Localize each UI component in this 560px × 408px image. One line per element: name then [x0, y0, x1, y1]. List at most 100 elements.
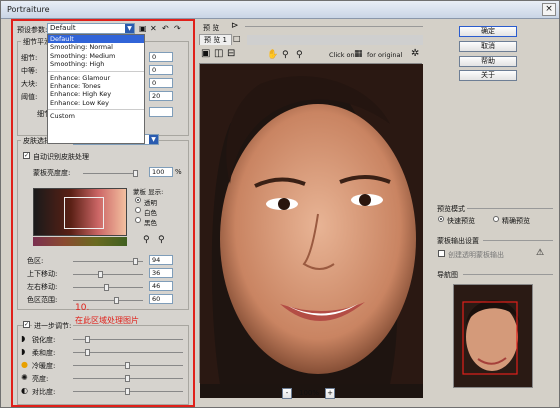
- navigator-thumbnail[interactable]: [453, 284, 533, 388]
- hue-strip[interactable]: [33, 237, 127, 246]
- threshold-field[interactable]: 20: [149, 91, 173, 101]
- mask-opacity-field[interactable]: 100: [149, 167, 173, 177]
- hue-range-field[interactable]: 60: [149, 294, 173, 304]
- preset-option[interactable]: Smoothing: Medium: [48, 52, 144, 60]
- tab-preview-1[interactable]: 预 览 1: [199, 34, 232, 45]
- delete-preset-icon[interactable]: ✕: [150, 24, 157, 33]
- annotation-number: 10.: [75, 303, 90, 313]
- large-field[interactable]: 0: [149, 78, 173, 88]
- enhance-slider-label: 冷暖度:: [32, 362, 56, 370]
- single-view-icon[interactable]: ▣: [201, 48, 210, 59]
- hue-field[interactable]: 94: [149, 255, 173, 265]
- slider-thumb[interactable]: [85, 336, 90, 343]
- original-hint: for original: [367, 51, 403, 59]
- extra-field[interactable]: [149, 107, 173, 117]
- contrast-slider[interactable]: [73, 388, 183, 395]
- transparent-mask-checkbox[interactable]: [438, 250, 445, 257]
- preset-option[interactable]: Smoothing: Normal: [48, 43, 144, 51]
- chevron-down-icon: ▼: [125, 24, 134, 33]
- preset-option[interactable]: Enhance: Tones: [48, 82, 144, 90]
- slider-thumb[interactable]: [133, 258, 138, 265]
- warmth-slider[interactable]: [73, 362, 183, 369]
- accurate-preview-radio[interactable]: [493, 216, 499, 222]
- original-toggle-icon[interactable]: ▦: [354, 49, 363, 59]
- mask-white-radio[interactable]: [135, 207, 141, 213]
- color-region-box[interactable]: [64, 197, 104, 229]
- redo-icon[interactable]: ↷: [174, 24, 181, 33]
- percent-unit: %: [175, 168, 182, 176]
- separator: [48, 70, 144, 72]
- skin-color-picker[interactable]: [33, 188, 127, 236]
- preset-option[interactable]: Default: [48, 35, 144, 44]
- mask-black-radio[interactable]: [135, 217, 141, 223]
- enhance-checkbox[interactable]: ✓: [23, 321, 30, 328]
- help-button[interactable]: 帮助: [459, 56, 517, 67]
- preset-option[interactable]: Enhance: Low Key: [48, 99, 144, 107]
- hue-slider[interactable]: [73, 258, 143, 265]
- image-preview-area[interactable]: [199, 63, 423, 398]
- horizontal-shift-slider[interactable]: [73, 284, 143, 291]
- slider-label: 上下移动:: [27, 270, 58, 278]
- settings-gear-icon[interactable]: ✲: [411, 48, 419, 59]
- preset-option[interactable]: Custom: [48, 112, 144, 120]
- zoom-icon[interactable]: ⚲: [282, 50, 289, 60]
- hand-icon[interactable]: ✋: [267, 50, 278, 60]
- slider-thumb[interactable]: [98, 271, 103, 278]
- horizontal-shift-field[interactable]: 46: [149, 281, 173, 291]
- brightness-icon: ✺: [21, 373, 28, 382]
- detail-field[interactable]: 0: [149, 52, 173, 62]
- about-button[interactable]: 关于: [459, 70, 517, 81]
- mask-option-label: 黑色: [144, 219, 157, 227]
- cancel-button[interactable]: 取消: [459, 41, 517, 52]
- slider-thumb[interactable]: [104, 284, 109, 291]
- slider-thumb[interactable]: [85, 349, 90, 356]
- auto-skin-checkbox[interactable]: ✓: [23, 152, 30, 159]
- brightness-slider[interactable]: [73, 375, 183, 382]
- softness-slider[interactable]: [73, 349, 183, 356]
- split-view-icon[interactable]: ◫: [214, 48, 223, 59]
- slider-thumb[interactable]: [125, 375, 130, 382]
- preset-select[interactable]: Default ▼: [47, 23, 135, 34]
- preview-section-label: 预 览: [203, 24, 220, 32]
- close-button[interactable]: ×: [542, 3, 556, 16]
- vertical-shift-slider[interactable]: [73, 271, 143, 278]
- slider-thumb[interactable]: [133, 170, 138, 177]
- divider: [467, 208, 553, 209]
- preset-option[interactable]: Enhance: Glamour: [48, 74, 144, 82]
- ok-button[interactable]: 确定: [459, 26, 517, 37]
- play-icon[interactable]: ⊳: [231, 21, 239, 31]
- medium-field[interactable]: 0: [149, 65, 173, 75]
- enhance-slider-label: 对比度:: [32, 388, 56, 396]
- preset-dropdown-list[interactable]: Default Smoothing: Normal Smoothing: Med…: [47, 34, 145, 144]
- vertical-shift-field[interactable]: 36: [149, 268, 173, 278]
- preset-option[interactable]: Smoothing: High: [48, 60, 144, 68]
- auto-skin-label: 自动识别皮肤处理: [33, 153, 89, 161]
- contrast-icon: ◐: [21, 386, 28, 395]
- sharpness-slider[interactable]: [73, 336, 183, 343]
- zoom-out-button[interactable]: -: [282, 388, 292, 399]
- hue-range-slider[interactable]: [73, 297, 143, 304]
- chevron-down-icon: ▼: [149, 135, 158, 144]
- slider-thumb[interactable]: [114, 297, 119, 304]
- mask-option-label: 白色: [144, 209, 157, 217]
- navigator-image: [454, 285, 532, 387]
- mask-option-label: 透明: [144, 199, 157, 207]
- preset-option[interactable]: Enhance: High Key: [48, 90, 144, 98]
- undo-icon[interactable]: ↶: [162, 24, 169, 33]
- eyedropper-icon[interactable]: ⚲: [143, 235, 150, 245]
- warmth-icon: ●: [21, 360, 28, 369]
- slider-thumb[interactable]: [125, 388, 130, 395]
- mask-opacity-slider[interactable]: [83, 170, 138, 177]
- fast-preview-radio[interactable]: [438, 216, 444, 222]
- slider-thumb[interactable]: [125, 362, 130, 369]
- mask-transparent-radio[interactable]: [135, 197, 141, 203]
- zoom-in-button[interactable]: +: [325, 388, 335, 399]
- eyedropper-plus-icon[interactable]: ⚲: [158, 235, 165, 245]
- sharpen-icon: ◗: [21, 334, 26, 343]
- eyedropper-icon[interactable]: ⚲: [296, 50, 303, 60]
- save-preset-icon[interactable]: ▣: [139, 24, 147, 33]
- close-tab-icon[interactable]: □: [233, 34, 241, 43]
- settings-panel: 预设参数: Default ▼ ▣ ✕ ↶ ↷ 细节平滑 细节: 中等: 大块:…: [11, 19, 195, 407]
- horizontal-split-icon[interactable]: ⊟: [227, 48, 235, 59]
- mask-opacity-label: 蒙板亮度度:: [33, 169, 71, 177]
